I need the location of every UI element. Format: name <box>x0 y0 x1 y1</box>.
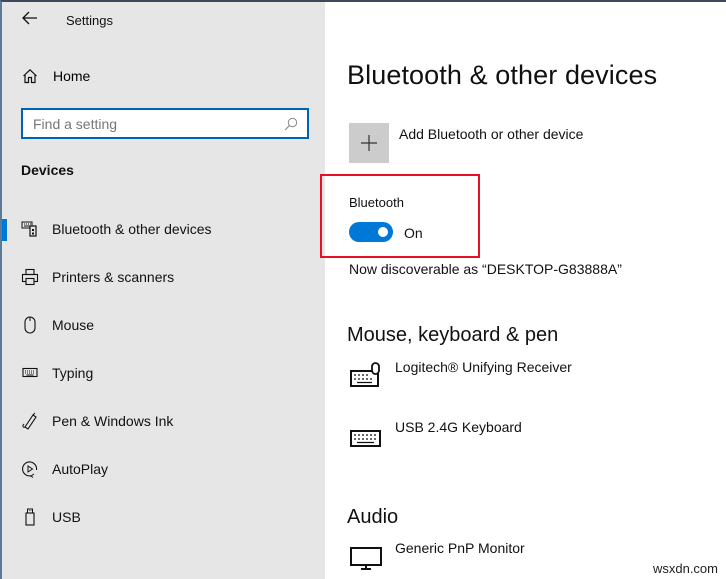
watermark: wsxdn.com <box>652 561 718 576</box>
sidebar-item-printers[interactable]: Printers & scanners <box>2 253 325 301</box>
plus-icon <box>349 123 389 163</box>
sidebar-item-label: Pen & Windows Ink <box>52 413 174 429</box>
device-item[interactable]: Generic PnP Monitor <box>349 540 525 570</box>
sidebar-item-label: Mouse <box>52 317 95 333</box>
sidebar-item-autoplay[interactable]: AutoPlay <box>2 445 325 493</box>
pen-icon <box>20 411 40 431</box>
page-title: Bluetooth & other devices <box>347 60 658 90</box>
sidebar-item-usb[interactable]: USB <box>2 493 325 541</box>
sidebar-item-label: Printers & scanners <box>52 269 175 285</box>
bluetooth-toggle[interactable] <box>349 222 393 242</box>
sidebar-item-bluetooth[interactable]: Bluetooth & other devices <box>2 205 325 253</box>
mouse-icon <box>20 315 40 335</box>
device-item[interactable]: Logitech® Unifying Receiver <box>349 359 572 389</box>
device-name: USB 2.4G Keyboard <box>395 419 522 435</box>
group-title-audio: Audio <box>347 506 399 528</box>
settings-window: Settings Home Devices Bluetooth & other … <box>0 0 726 579</box>
search-box[interactable] <box>21 108 309 139</box>
bluetooth-label: Bluetooth <box>349 195 404 210</box>
selection-indicator <box>2 219 7 241</box>
keyboard-icon <box>349 419 383 449</box>
section-heading-devices: Devices <box>21 162 74 178</box>
device-name: Generic PnP Monitor <box>395 540 525 556</box>
toggle-knob <box>378 227 388 237</box>
sidebar-nav: Bluetooth & other devices Printers & sca… <box>2 205 325 541</box>
sidebar-item-typing[interactable]: Typing <box>2 349 325 397</box>
sidebar-item-label: Typing <box>52 365 94 381</box>
sidebar-item-home[interactable]: Home <box>20 66 90 86</box>
search-icon[interactable] <box>283 116 299 132</box>
bluetooth-toggle-state: On <box>404 225 423 241</box>
highlight-box <box>320 174 480 258</box>
sidebar-item-mouse[interactable]: Mouse <box>2 301 325 349</box>
app-title: Settings <box>66 13 113 28</box>
main-content: Bluetooth & other devices Add Bluetooth … <box>320 2 726 579</box>
sidebar-item-label: AutoPlay <box>52 461 109 477</box>
sidebar-item-label: Bluetooth & other devices <box>52 221 212 237</box>
sidebar: Settings Home Devices Bluetooth & other … <box>2 2 325 579</box>
usb-icon <box>20 507 40 527</box>
bluetooth-devices-icon <box>20 219 40 239</box>
sidebar-item-pen[interactable]: Pen & Windows Ink <box>2 397 325 445</box>
autoplay-icon <box>20 459 40 479</box>
device-item[interactable]: USB 2.4G Keyboard <box>349 419 522 449</box>
arrow-left-icon <box>22 11 38 30</box>
group-title-mouse-keyboard-pen: Mouse, keyboard & pen <box>347 324 559 346</box>
keyboard-icon <box>20 363 40 383</box>
search-input[interactable] <box>33 115 283 132</box>
sidebar-item-label: USB <box>52 509 81 525</box>
discoverable-text: Now discoverable as “DESKTOP-G83888A” <box>349 261 622 277</box>
add-device-button[interactable]: Add Bluetooth or other device <box>349 123 583 163</box>
keyboard-mouse-icon <box>349 359 383 389</box>
home-label: Home <box>53 68 91 84</box>
printer-icon <box>20 267 40 287</box>
device-name: Logitech® Unifying Receiver <box>395 359 572 375</box>
add-device-label: Add Bluetooth or other device <box>399 126 584 142</box>
back-button[interactable] <box>20 10 40 30</box>
home-icon <box>20 66 40 86</box>
monitor-icon <box>349 540 383 570</box>
